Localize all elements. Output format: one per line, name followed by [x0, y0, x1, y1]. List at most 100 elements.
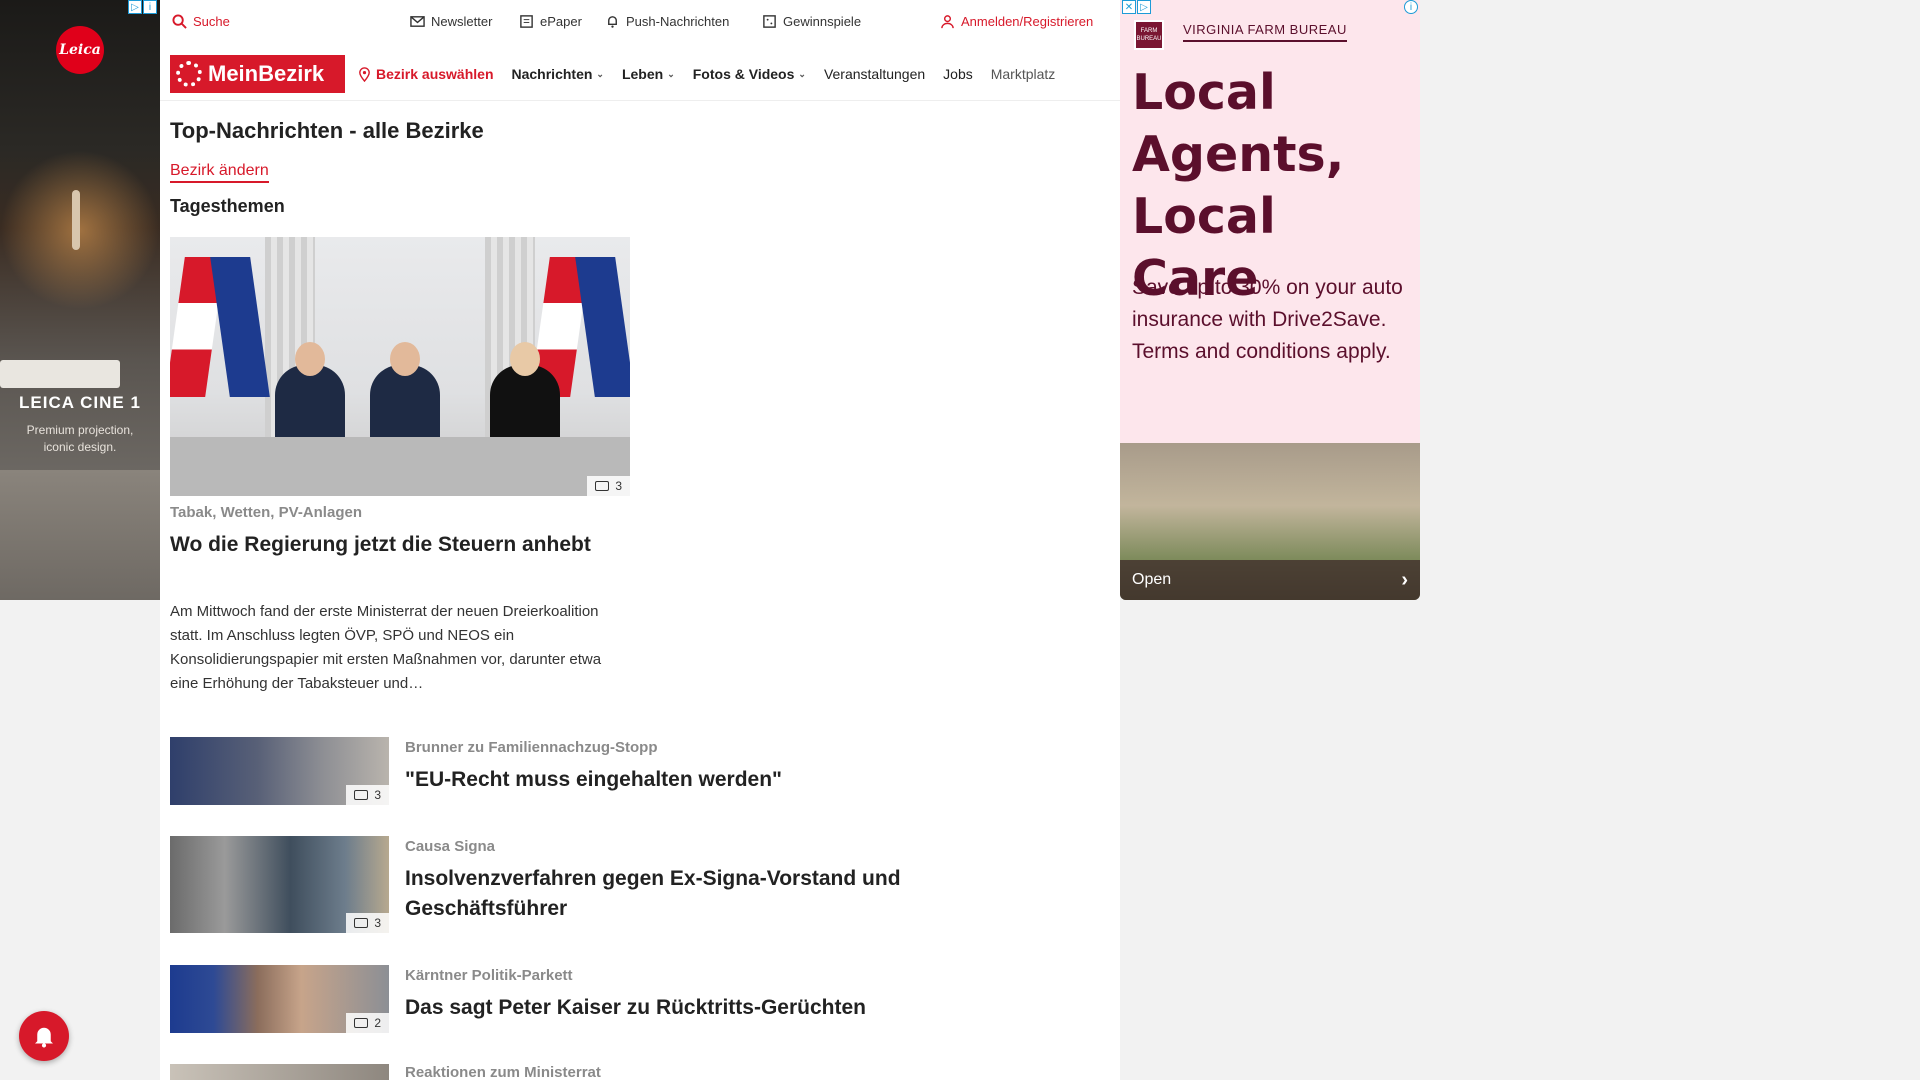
image-count: 3: [374, 916, 381, 930]
list-item[interactable]: 2 Kärntner Politik-Parkett Das sagt Pete…: [170, 965, 1070, 1033]
ad-projector-image: [0, 360, 120, 388]
list-item[interactable]: 3 Brunner zu Familiennachzug-Stopp "EU-R…: [170, 737, 1070, 805]
newspaper-icon: [520, 15, 533, 28]
image-count-badge: 3: [346, 785, 389, 805]
image-count-badge: 3: [587, 476, 630, 496]
image-count-badge: 3: [346, 913, 389, 933]
bezirk-select[interactable]: Bezirk auswählen: [357, 66, 494, 82]
bezirk-label: Bezirk auswählen: [376, 66, 494, 82]
change-district-link[interactable]: Bezirk ändern: [170, 162, 269, 183]
eu-flag: [210, 257, 270, 397]
nav-nachrichten[interactable]: Nachrichten ⌄: [512, 66, 604, 82]
nav-marktplatz[interactable]: Marktplatz: [991, 66, 1056, 82]
ad-subtitle: Premium projection, iconic design.: [26, 423, 134, 454]
ad-open-button[interactable]: Open ›: [1120, 560, 1420, 600]
push-label: Push-Nachrichten: [626, 14, 730, 29]
hero-teaser: Am Mittwoch fand der erste Ministerrat d…: [170, 603, 602, 692]
list-item[interactable]: 3 Causa Signa Insolvenzverfahren gegen E…: [170, 836, 1070, 933]
gallery-icon: [595, 481, 610, 491]
meinbezirk-logo[interactable]: MeinBezirk: [170, 55, 345, 93]
article-kicker: Causa Signa: [405, 838, 496, 855]
push-link[interactable]: Push-Nachrichten: [605, 14, 729, 29]
epaper-label: ePaper: [540, 14, 582, 29]
section-title: Tagesthemen: [170, 196, 285, 216]
bell-icon: [608, 16, 617, 28]
open-label: Open: [1132, 571, 1172, 588]
nav-nachrichten-label: Nachrichten: [511, 66, 593, 82]
play-icon[interactable]: ▷: [1137, 0, 1151, 14]
leica-ad[interactable]: Leica LEICA CINE 1 Premium projection, i…: [0, 0, 160, 600]
ad-title: LEICA CINE 1: [19, 393, 141, 412]
info-icon[interactable]: i: [1404, 0, 1418, 14]
ad-sofa-image: [0, 470, 160, 600]
location-pin-icon: [359, 66, 370, 82]
article-headline[interactable]: Insolvenzverfahren gegen Ex-Signa-Vorsta…: [405, 864, 1045, 924]
epaper-link[interactable]: ePaper: [519, 14, 582, 29]
play-icon[interactable]: ▷: [128, 0, 142, 14]
brand-label: MeinBezirk: [208, 61, 325, 86]
chevron-down-icon: ⌄: [667, 68, 675, 79]
login-link[interactable]: Anmelden/Registrieren: [940, 14, 1093, 29]
chevron-down-icon: ⌄: [596, 68, 604, 79]
ad-background-glow: [0, 150, 160, 310]
info-icon[interactable]: i: [143, 0, 157, 14]
nav-fotos-label: Fotos & Videos: [692, 66, 795, 82]
search-link[interactable]: Suche: [172, 14, 230, 29]
person-head: [510, 342, 540, 376]
hero-kicker: Tabak, Wetten, PV-Anlagen: [170, 504, 362, 521]
nav-fotos-videos[interactable]: Fotos & Videos ⌄: [693, 66, 806, 82]
mail-icon: [410, 16, 425, 27]
nav-divider: [160, 100, 1120, 101]
article-kicker: Kärntner Politik-Parkett: [405, 967, 573, 984]
person-head: [390, 342, 420, 376]
nav-links: Bezirk auswählen Nachrichten ⌄ Leben ⌄ Fot…: [357, 66, 1073, 82]
user-icon: [941, 15, 954, 29]
person-head: [295, 342, 325, 376]
leica-logo: Leica: [56, 26, 104, 74]
chevron-right-icon: ›: [1401, 568, 1408, 591]
nav-veranstaltungen[interactable]: Veranstaltungen: [824, 66, 925, 82]
main-navigation: MeinBezirk Bezirk auswählen Nachrichten ⌄…: [170, 55, 1073, 93]
press-table: [170, 437, 630, 496]
chevron-down-icon: ⌄: [798, 68, 806, 79]
nav-leben[interactable]: Leben ⌄: [622, 66, 675, 82]
gallery-icon: [354, 790, 369, 800]
ad-dancer-figure: [72, 190, 80, 250]
close-icon[interactable]: ✕: [1122, 0, 1136, 14]
adchoices-right[interactable]: ✕ ▷: [1122, 0, 1151, 14]
hero-headline[interactable]: Wo die Regierung jetzt die Steuern anheb…: [170, 530, 630, 560]
top-utility-bar: Suche Newsletter ePaper Push-Nachrichten…: [160, 0, 1120, 46]
image-count-badge: 2: [346, 1013, 389, 1033]
login-label: Anmelden/Registrieren: [961, 14, 1094, 29]
article-kicker: Brunner zu Familiennachzug-Stopp: [405, 739, 658, 756]
article-thumbnail: 2: [170, 965, 389, 1033]
article-thumbnail: 3: [170, 737, 389, 805]
image-count: 2: [374, 1016, 381, 1030]
image-count: 3: [374, 788, 381, 802]
article-thumbnail: [170, 1064, 389, 1080]
article-kicker: Reaktionen zum Ministerrat: [405, 1064, 601, 1080]
notification-bell-button[interactable]: [19, 1011, 69, 1061]
article-headline[interactable]: "EU-Recht muss eingehalten werden": [405, 765, 1045, 795]
ad-copy: Save up to 30% on your auto insurance wi…: [1132, 276, 1403, 363]
flower-icon: [176, 61, 202, 87]
nav-jobs[interactable]: Jobs: [943, 66, 973, 82]
ad-org-name: VIRGINIA FARM BUREAU: [1183, 22, 1347, 42]
farm-bureau-ad[interactable]: FARM BUREAU VIRGINIA FARM BUREAU Local A…: [1120, 0, 1420, 600]
newsletter-label: Newsletter: [431, 14, 493, 29]
list-item[interactable]: Reaktionen zum Ministerrat: [170, 1064, 1070, 1080]
gallery-icon: [354, 918, 369, 928]
hero-image[interactable]: 3: [170, 237, 630, 496]
bell-icon: [35, 1027, 53, 1048]
ad-info[interactable]: i: [1404, 0, 1418, 14]
gewinnspiele-label: Gewinnspiele: [783, 14, 862, 29]
gewinnspiele-link[interactable]: Gewinnspiele: [762, 14, 861, 29]
search-icon: [172, 14, 187, 29]
newsletter-link[interactable]: Newsletter: [410, 14, 492, 29]
article-headline[interactable]: Das sagt Peter Kaiser zu Rücktritts-Gerü…: [405, 993, 1045, 1023]
adchoices-left[interactable]: ▷ i: [128, 0, 157, 14]
gift-icon: [763, 15, 776, 28]
article-thumbnail: 3: [170, 836, 389, 933]
page-title: Top-Nachrichten - alle Bezirke: [170, 118, 484, 143]
farm-bureau-logo: FARM BUREAU: [1134, 20, 1164, 50]
